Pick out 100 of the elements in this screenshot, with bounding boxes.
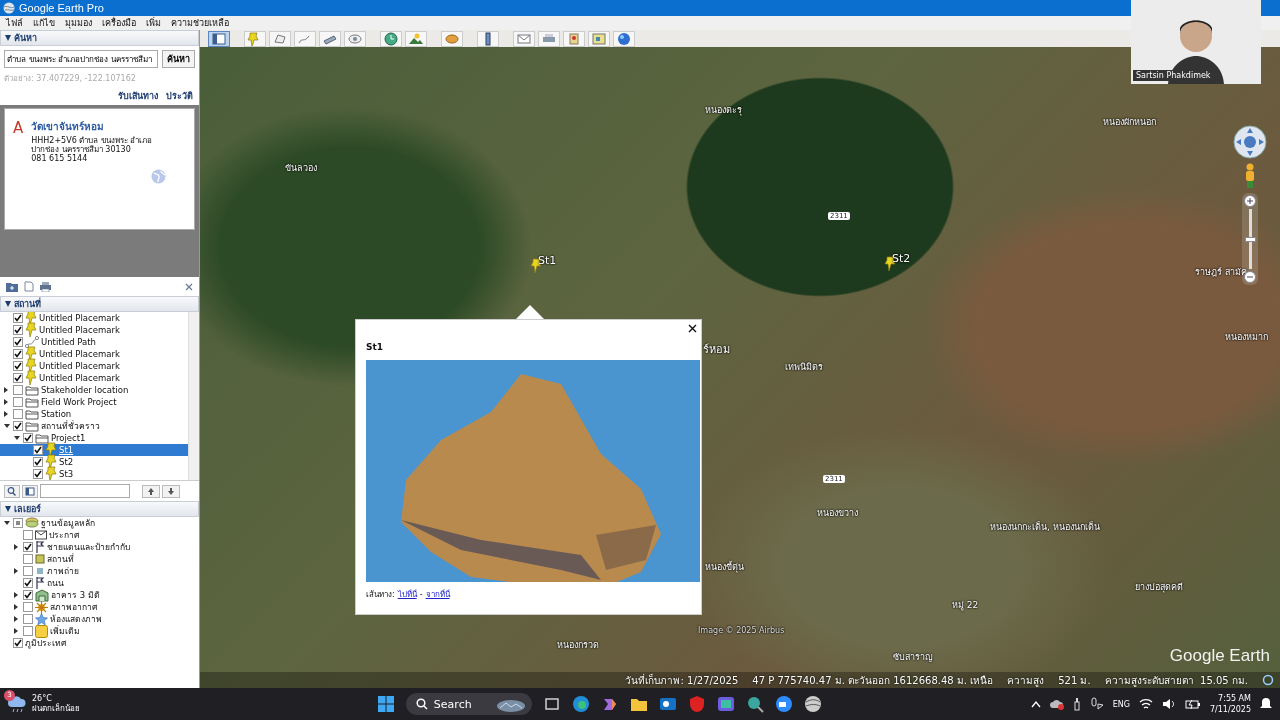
microphone-icon[interactable]	[1089, 697, 1104, 711]
tree-item-label[interactable]: Untitled Placemark	[39, 325, 120, 335]
tree-item[interactable]: Project1	[0, 432, 188, 444]
video-meeting-icon[interactable]	[774, 695, 793, 713]
result-title[interactable]: วัดเขาจันทร์หอม	[31, 119, 153, 134]
checkbox[interactable]	[23, 614, 33, 624]
expand-arrow-icon[interactable]	[14, 616, 18, 622]
tree-item-label[interactable]: ห้องแสดงภาพ	[50, 612, 102, 626]
chevron-up-icon[interactable]	[1030, 700, 1041, 708]
email-icon[interactable]	[513, 30, 535, 47]
tree-item-label[interactable]: St2	[59, 457, 74, 467]
tree-item[interactable]: Station	[0, 408, 188, 420]
tree-item[interactable]: ชายแดนและป้ายกำกับ	[0, 541, 199, 553]
tree-item[interactable]: Untitled Placemark	[0, 348, 188, 360]
tree-item-label[interactable]: สถานที่	[47, 552, 74, 566]
pin-label[interactable]: St1	[538, 254, 557, 267]
tree-item[interactable]: ถนน	[0, 577, 199, 589]
cloud-error-icon[interactable]	[1049, 698, 1064, 710]
collapse-triangle-icon[interactable]	[5, 35, 11, 41]
tree-item[interactable]: Untitled Placemark	[0, 372, 188, 384]
mail-app-icon[interactable]	[658, 695, 677, 713]
checkbox[interactable]	[13, 409, 23, 419]
menu-item[interactable]: แก้ไข	[33, 16, 55, 30]
checkbox[interactable]	[33, 457, 43, 467]
tree-item[interactable]: St1	[0, 444, 188, 456]
tree-item[interactable]: เพิ่มเติม	[0, 625, 199, 637]
expand-arrow-icon[interactable]	[14, 544, 18, 550]
tree-item-label[interactable]: St1	[59, 445, 74, 455]
checkbox[interactable]	[13, 313, 23, 323]
tree-item-label[interactable]: อาคาร 3 มิติ	[51, 588, 100, 602]
battery-icon[interactable]	[1184, 698, 1201, 710]
menu-item[interactable]: ความช่วยเหลือ	[171, 16, 229, 30]
search-button[interactable]: ค้นหา	[162, 50, 195, 68]
checkbox[interactable]	[13, 337, 23, 347]
tree-item[interactable]: สถานที่ชั่วคราว	[0, 420, 188, 432]
globe-icon[interactable]	[613, 30, 635, 47]
sidebar-toggle-icon[interactable]	[208, 30, 230, 47]
link[interactable]: รับเส้นทาง	[118, 89, 158, 103]
checkbox[interactable]	[23, 554, 33, 564]
search-icon[interactable]	[4, 484, 20, 498]
expand-arrow-icon[interactable]	[4, 411, 8, 417]
wifi-icon[interactable]	[1138, 698, 1153, 710]
tree-item[interactable]: Untitled Placemark	[0, 360, 188, 372]
tree-item[interactable]: ภูมิประเทศ	[0, 637, 199, 649]
menu-item[interactable]: ไฟล์	[6, 16, 23, 30]
magnifier-app-icon[interactable]	[745, 695, 764, 713]
zoom-thumb[interactable]	[1244, 237, 1256, 242]
compass-icon[interactable]	[1233, 125, 1267, 159]
tree-item-label[interactable]: ชายแดนและป้ายกำกับ	[47, 540, 130, 554]
filter-field[interactable]	[40, 484, 130, 498]
tree-item[interactable]: ฐานข้อมูลหลัก	[0, 517, 199, 529]
tree-item-label[interactable]: ภูมิประเทศ	[25, 636, 66, 650]
tree-item[interactable]: Stakeholder location	[0, 384, 188, 396]
tree-item-label[interactable]: ประกาศ	[49, 528, 79, 542]
tree-item-label[interactable]: Station	[41, 409, 72, 419]
polygon-icon[interactable]	[269, 30, 291, 47]
checkbox[interactable]	[23, 602, 33, 612]
tree-item[interactable]: สถานที่	[0, 553, 199, 565]
panel-header[interactable]: เลเยอร์	[0, 501, 199, 517]
tree-item-label[interactable]: Field Work Project	[41, 397, 117, 407]
tree-item[interactable]: St3	[0, 468, 188, 480]
checkbox[interactable]	[23, 433, 33, 443]
tree-item[interactable]: ภาพถ่าย	[0, 565, 199, 577]
pin-label[interactable]: St2	[892, 252, 911, 265]
tree-item-label[interactable]: Untitled Placemark	[39, 361, 120, 371]
sunlight-icon[interactable]	[405, 30, 427, 47]
menu-item[interactable]: เครื่องมือ	[102, 16, 136, 30]
checkbox[interactable]	[13, 325, 23, 335]
clock[interactable]: 7:55 AM 7/11/2025	[1209, 693, 1251, 715]
link[interactable]: ไปที่นี่	[397, 588, 417, 601]
tree-item[interactable]: St2	[0, 456, 188, 468]
panel-header[interactable]: สถานที่	[0, 296, 199, 312]
checkbox[interactable]	[23, 542, 33, 552]
windows-start-icon[interactable]	[376, 695, 395, 713]
link[interactable]: ประวัติ	[166, 89, 193, 103]
tree-item-label[interactable]: St3	[59, 469, 74, 479]
tree-item-label[interactable]: เพิ่มเติม	[50, 624, 80, 638]
browser-icon[interactable]	[571, 695, 590, 713]
tree-item-label[interactable]: Untitled Placemark	[39, 349, 120, 359]
tree-item[interactable]: Untitled Path	[0, 336, 188, 348]
language-indicator[interactable]: ENG	[1112, 699, 1130, 709]
menu-item[interactable]: เพิ่ม	[146, 16, 161, 30]
close-icon[interactable]	[688, 324, 697, 333]
tree-item[interactable]: Untitled Placemark	[0, 324, 188, 336]
tree-item-label[interactable]: ภาพถ่าย	[47, 564, 79, 578]
link[interactable]: จากที่นี่	[425, 588, 450, 601]
panel-header[interactable]: ค้นหา	[0, 30, 199, 46]
satellite-map[interactable]	[200, 47, 1280, 688]
checkbox[interactable]	[23, 530, 33, 540]
collapse-triangle-icon[interactable]	[5, 301, 11, 307]
tree-item-label[interactable]: ถนน	[47, 576, 64, 590]
tree-item-label[interactable]: สถานที่ชั่วคราว	[41, 419, 100, 433]
tree-item[interactable]: Untitled Placemark	[0, 312, 188, 324]
earth-app-icon[interactable]	[803, 695, 822, 713]
checkbox[interactable]	[13, 361, 23, 371]
tree-item-label[interactable]: ฐานข้อมูลหลัก	[41, 516, 95, 530]
tree-item-label[interactable]: Project1	[51, 433, 86, 443]
notification-bell-icon[interactable]	[1260, 697, 1272, 711]
checkbox[interactable]	[23, 626, 33, 636]
checkbox[interactable]	[33, 469, 43, 479]
